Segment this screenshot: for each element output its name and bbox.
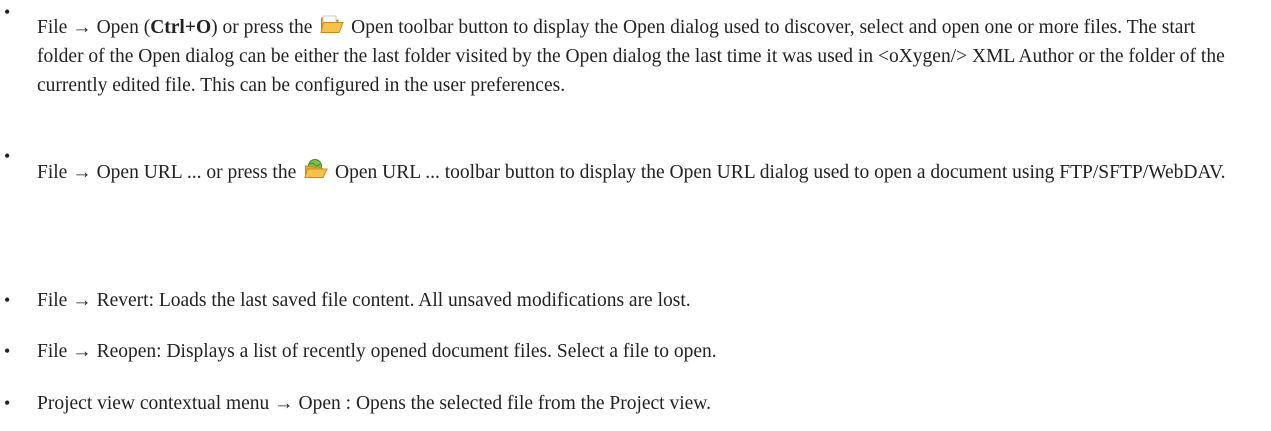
list-item-text: File → Reopen: Displays a list of recent… [37, 341, 717, 362]
bullet: • [4, 341, 11, 361]
list-item-project-open: • Project view contextual menu → Open : … [0, 389, 1260, 419]
item-open-url-text-1: File → Open URL ... or press the [37, 162, 302, 183]
list-item-text: File → Revert: Loads the last saved file… [37, 290, 691, 311]
list-item-text: Project view contextual menu → Open : Op… [37, 393, 711, 414]
list-item-text: File → Open (Ctrl+O) or press the Open t… [37, 13, 1237, 100]
item-open-text-1: File → Open ( [37, 17, 151, 38]
bullet: • [4, 393, 11, 413]
list-item-reopen: • File → Reopen: Displays a list of rece… [0, 337, 1260, 367]
open-folder-icon [320, 13, 345, 35]
list-item-revert: • File → Revert: Loads the last saved fi… [0, 286, 1260, 316]
item-open-url-text-2: Open URL ... toolbar button to display t… [330, 162, 1226, 183]
list-item-open-url: • File → Open URL ... or press the Open … [0, 144, 1260, 234]
item-open-text-2: ) or press the [211, 17, 318, 38]
bullet: • [4, 290, 11, 310]
bullet: • [4, 2, 11, 22]
bullet: • [4, 146, 11, 166]
list-item-text: File → Open URL ... or press the Open UR… [37, 158, 1237, 187]
list-item-open: • File → Open (Ctrl+O) or press the Open… [0, 0, 1260, 120]
shortcut-ctrl-o: Ctrl+O [150, 17, 212, 38]
open-url-icon [304, 158, 328, 180]
